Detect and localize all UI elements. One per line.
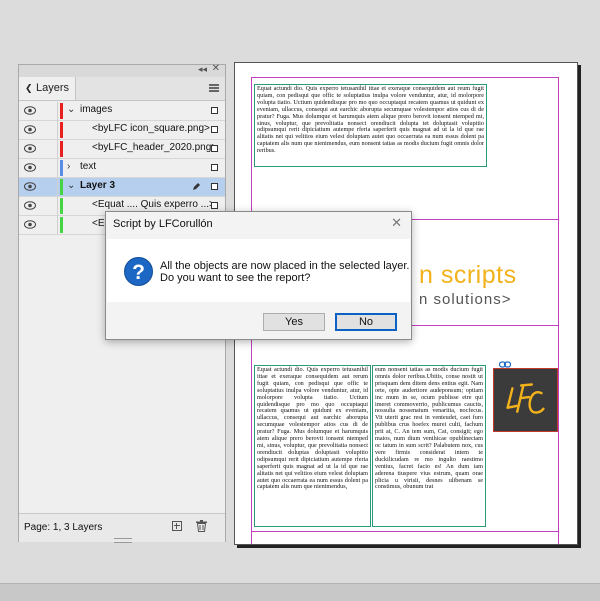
new-layer-icon[interactable] [172,521,182,531]
yes-button[interactable]: Yes [263,313,325,331]
layer-name: images [80,104,113,115]
resize-grip[interactable] [114,538,132,543]
dialog-title: Script by LFCorullón [113,218,213,230]
lock-column[interactable] [57,140,58,158]
close-icon[interactable]: ✕ [391,215,402,231]
layer-color-stripe [60,122,63,138]
layer-color-stripe [60,160,63,176]
lfc-logo-image[interactable] [493,368,558,432]
trash-icon[interactable] [196,520,207,532]
layer-name: text [80,161,97,172]
link-icon [499,361,511,368]
selection-square-icon[interactable] [211,145,218,152]
pen-icon [193,183,200,190]
expand-triangle-icon[interactable]: › [67,161,70,172]
banner-subtitle: n solutions> [419,291,512,308]
script-dialog: Script by LFCorullón ✕ ? All the objects… [105,211,412,340]
object-name: <byLFC_header_2020.png> [92,142,218,153]
layer-name: Layer 3 [80,180,116,191]
eye-icon[interactable] [24,106,36,115]
dialog-body: ? All the objects are now placed in the … [107,239,410,302]
layer-color-stripe [60,179,63,195]
collapse-panel-icon[interactable]: ◂◂ [198,64,207,75]
margin-guide [251,531,559,532]
panel-menu-icon[interactable] [209,84,219,92]
layer-row-text[interactable]: › text [19,159,225,178]
tab-layers-label: Layers [36,82,70,94]
lock-column[interactable] [57,159,58,177]
text-frame-col2[interactable]: eum nonsent tatias as modis ducium fugit… [372,365,486,527]
layer-color-stripe [60,217,63,233]
eye-icon[interactable] [24,220,36,229]
lock-column[interactable] [57,121,58,139]
layer-row-header[interactable]: <byLFC_header_2020.png> [19,140,225,159]
object-name: <byLFC icon_square.png> [92,123,210,134]
selection-square-icon[interactable] [211,183,218,190]
layer-row-images[interactable]: ⌄ images [19,102,225,121]
selection-square-icon[interactable] [211,164,218,171]
dialog-message-line2: Do you want to see the report? [160,272,311,284]
selection-square-icon[interactable] [211,107,218,114]
close-panel-icon[interactable]: ✕ [212,63,220,74]
layer-color-stripe [60,198,63,214]
margin-guide [251,77,559,78]
eye-icon[interactable] [24,163,36,172]
tab-layers[interactable]: ❮ Layers [19,77,76,100]
eye-icon[interactable] [24,144,36,153]
lfc-logo-mark [506,383,545,414]
eye-icon[interactable] [24,201,36,210]
expand-triangle-icon[interactable]: ⌄ [67,104,75,115]
layer-color-stripe [60,141,63,157]
dialog-message-line1: All the objects are now placed in the se… [160,260,410,272]
eye-icon[interactable] [24,125,36,134]
no-button[interactable]: No [335,313,397,331]
expand-triangle-icon[interactable]: ⌄ [67,180,75,191]
status-strip [0,583,600,601]
page-status: Page: 1, 3 Layers [24,522,103,533]
object-name: <Equat .... Quis experro ...> [92,199,215,210]
layer-row-icon-square[interactable]: <byLFC icon_square.png> [19,121,225,140]
eye-icon[interactable] [24,182,36,191]
layer-row-layer3[interactable]: ⌄ Layer 3 [19,178,225,197]
selection-square-icon[interactable] [211,202,218,209]
text-frame-top[interactable]: Equat actundi dio. Quis experro tetusani… [254,84,487,167]
text-frame-col1[interactable]: Equat actundi dio. Quis experro tetusani… [254,365,371,527]
lock-column[interactable] [57,102,58,120]
layer-color-stripe [60,103,63,119]
lock-column[interactable] [57,197,58,215]
selection-square-icon[interactable] [211,126,218,133]
lock-column[interactable] [57,216,58,234]
lock-column[interactable] [57,178,58,196]
chevron-icon: ❮ [25,83,33,93]
panel-tabbar: ❮ Layers [19,77,225,101]
banner-title: n scripts [419,261,517,289]
question-icon: ? [124,257,153,286]
